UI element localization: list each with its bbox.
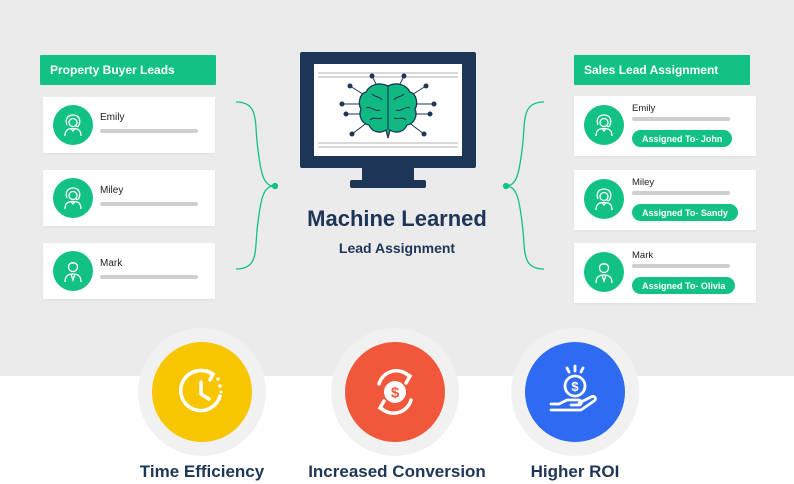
text-placeholder-bar — [100, 129, 198, 133]
feature-circle: $ — [525, 342, 625, 442]
female-user-icon — [53, 105, 93, 145]
higher-roi-badge: $ — [511, 328, 639, 456]
assigned-to-badge: Assigned To- Olivia — [632, 277, 736, 294]
buyer-lead-card[interactable]: Emily — [43, 97, 215, 153]
text-placeholder-bar — [100, 275, 198, 279]
monitor-stand — [362, 168, 414, 180]
svg-text:$: $ — [391, 385, 400, 402]
buyer-lead-card[interactable]: Miley — [43, 170, 215, 226]
male-user-icon — [584, 252, 624, 292]
text-placeholder-bar — [632, 191, 730, 195]
assignment-card[interactable]: Mark Assigned To- Olivia — [574, 243, 756, 303]
male-user-icon — [53, 251, 93, 291]
assigned-to-badge: Assigned To- Sandy — [632, 204, 738, 221]
feature-circle: $ — [345, 342, 445, 442]
text-placeholder-bar — [632, 264, 730, 268]
property-buyer-leads-header: Property Buyer Leads — [40, 55, 216, 85]
clock-refresh-icon — [179, 368, 223, 413]
female-user-icon — [53, 178, 93, 218]
increased-conversion-badge: $ — [331, 328, 459, 456]
lead-name: Mark — [632, 250, 654, 261]
lead-name: Miley — [632, 177, 655, 188]
monitor-screen — [314, 64, 462, 156]
lead-name: Miley — [100, 185, 124, 196]
female-user-icon — [584, 105, 624, 145]
sales-lead-assignment-header: Sales Lead Assignment — [574, 55, 750, 85]
increased-conversion-label: Increased Conversion — [308, 462, 486, 481]
text-placeholder-bar — [632, 117, 730, 121]
assignment-card[interactable]: Miley Assigned To- Sandy — [574, 170, 756, 230]
svg-text:$: $ — [571, 379, 579, 394]
higher-roi-label: Higher ROI — [530, 462, 620, 481]
feature-circle — [152, 342, 252, 442]
hand-coin-icon: $ — [549, 364, 597, 412]
dollar-cycle-icon: $ — [377, 369, 413, 415]
assignment-card[interactable]: Emily Assigned To- John — [574, 96, 756, 156]
assigned-to-badge: Assigned To- John — [632, 130, 733, 147]
time-efficiency-badge — [138, 328, 266, 456]
monitor-base — [350, 180, 426, 188]
center-title: Machine Learned — [307, 206, 487, 231]
center-subtitle: Lead Assignment — [338, 240, 456, 256]
text-placeholder-bar — [100, 202, 198, 206]
female-user-icon — [584, 179, 624, 219]
lead-name: Mark — [100, 258, 123, 269]
brain-circuit-icon — [318, 72, 458, 148]
lead-name: Emily — [100, 112, 125, 123]
buyer-lead-card[interactable]: Mark — [43, 243, 215, 299]
time-efficiency-label: Time Efficiency — [139, 462, 265, 481]
lead-name: Emily — [632, 103, 656, 114]
